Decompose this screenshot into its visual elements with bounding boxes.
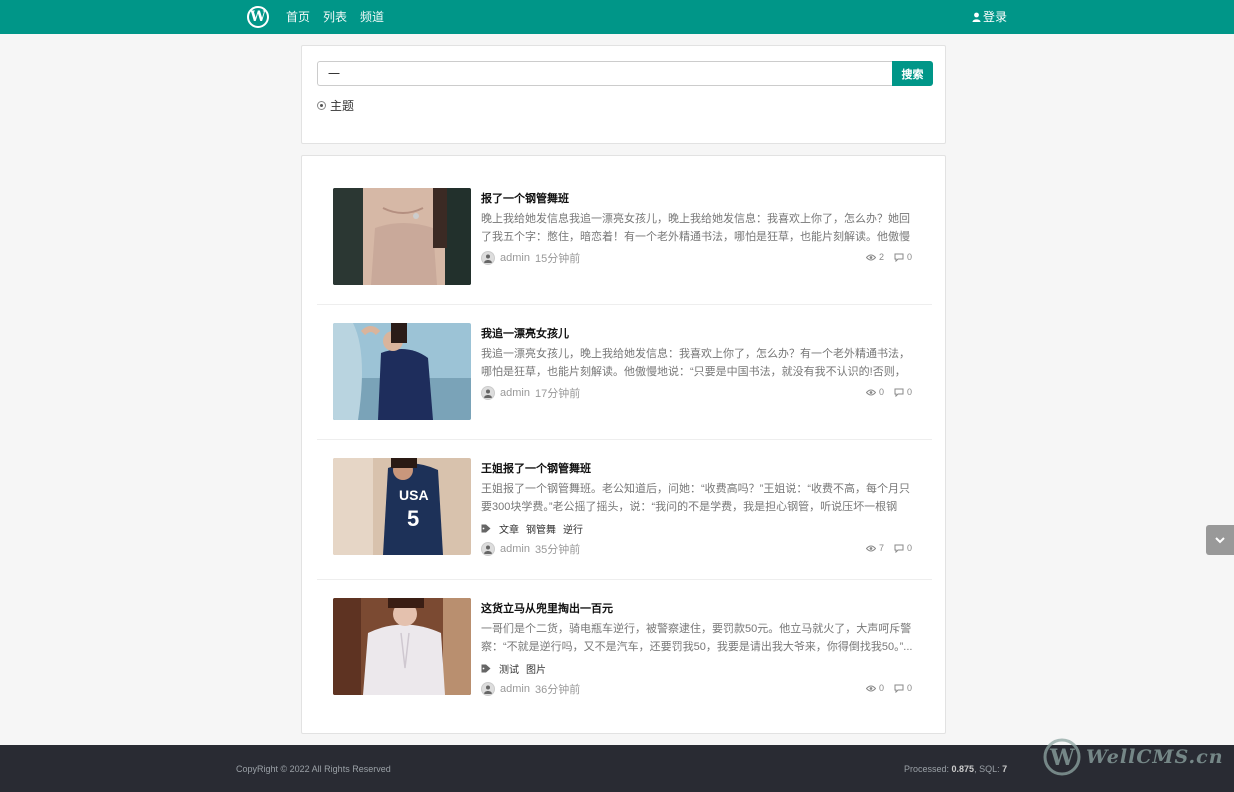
main-nav: 首页 列表 频道 [286,0,384,34]
nav-channel[interactable]: 频道 [360,0,384,34]
login-label: 登录 [983,10,1008,24]
scroll-toggle-button[interactable] [1206,525,1234,555]
post-item[interactable]: 这货立马从兜里掏出一百元 一哥们是个二货，骑电瓶车逆行，被警察逮住，要罚款50元… [317,580,932,720]
post-excerpt: 晚上我给她发信息我追一漂亮女孩儿，晚上我给她发信息：我喜欢上你了，怎么办？她回了… [481,213,910,243]
radio-button[interactable] [317,101,326,110]
watermark: W WellCMS.cn [1042,737,1224,777]
post-thumbnail[interactable] [333,188,471,285]
view-count: 0 [878,387,884,397]
comment-icon [894,684,904,693]
post-tag[interactable]: 图片 [526,661,546,676]
comment-count: 0 [906,387,912,397]
avatar [481,251,495,265]
chevron-down-icon [1215,536,1225,543]
nav-home[interactable]: 首页 [286,0,310,34]
view-count: 2 [878,252,884,262]
eye-icon [865,545,876,551]
comment-count: 0 [906,252,912,262]
post-item[interactable]: USA 5 王姐报了一个钢管舞班 王姐报了一个钢管舞班。老公知道后，问她：“收费… [317,440,932,580]
post-tag[interactable]: 逆行 [563,521,583,536]
eye-icon [865,389,876,395]
post-title[interactable]: 我追一漂亮女孩儿 [481,325,569,341]
post-tags: 文章 钢管舞 逆行 [481,521,583,536]
post-item[interactable]: 我追一漂亮女孩儿 我追一漂亮女孩儿，晚上我给她发信息：我喜欢上你了，怎么办？有一… [317,305,932,440]
search-input[interactable] [317,61,893,86]
tag-icon [481,664,491,673]
post-stats: 7 0 [865,543,912,553]
sql-value: 7 [1002,764,1008,774]
post-tag[interactable]: 测试 [499,661,519,676]
search-panel: 搜索 主题 [301,45,946,144]
post-meta: admin 35分钟前 [481,541,580,557]
search-scope-label: 主题 [330,99,355,113]
post-stats: 0 0 [865,683,912,693]
post-author[interactable]: admin [500,387,530,399]
eye-icon [865,254,876,260]
post-meta: admin 15分钟前 [481,250,580,266]
post-excerpt: 王姐报了一个钢管舞班。老公知道后，问她：“收费高吗？”王姐说：“收费不高，每个月… [481,483,910,513]
post-tag[interactable]: 钢管舞 [526,521,556,536]
post-author[interactable]: admin [500,683,530,695]
post-stats: 2 0 [865,252,912,262]
tag-icon [481,524,491,533]
avatar [481,386,495,400]
post-title[interactable]: 这货立马从兜里掏出一百元 [481,600,613,616]
comment-icon [894,388,904,397]
view-count: 7 [878,543,884,553]
eye-icon [865,685,876,691]
post-time: 36分钟前 [534,684,581,696]
svg-text:W: W [1049,745,1075,771]
comment-count: 0 [906,543,912,553]
post-author[interactable]: admin [500,543,530,555]
search-button[interactable]: 搜索 [892,61,933,86]
nav-list[interactable]: 列表 [323,0,347,34]
post-title[interactable]: 报了一个钢管舞班 [481,190,569,206]
svg-text:USA: USA [399,487,429,503]
copyright-text: CopyRight © 2022 All Rights Reserved [236,764,391,774]
watermark-text: WellCMS.cn [1086,746,1224,768]
post-thumbnail[interactable] [333,598,471,695]
login-link[interactable]: 登录 [972,0,1007,34]
post-tag[interactable]: 文章 [499,521,519,536]
post-excerpt: 我追一漂亮女孩儿，晚上我给她发信息：我喜欢上你了，怎么办？有一个老外精通书法，哪… [481,348,910,378]
post-meta: admin 17分钟前 [481,385,580,401]
post-title[interactable]: 王姐报了一个钢管舞班 [481,460,591,476]
post-meta: admin 36分钟前 [481,681,580,697]
sql-label: , SQL: [974,764,1003,774]
post-excerpt: 一哥们是个二货，骑电瓶车逆行，被警察逮住，要罚款50元。他立马就火了，大声呵斥警… [481,623,913,653]
user-icon [972,12,981,22]
post-item[interactable]: 报了一个钢管舞班 晚上我给她发信息我追一漂亮女孩儿，晚上我给她发信息：我喜欢上你… [317,170,932,305]
comment-icon [894,544,904,553]
comment-count: 0 [906,683,912,693]
top-navbar: W 首页 列表 频道 登录 [0,0,1234,34]
processed-value: 0.875 [951,764,975,774]
post-tags: 测试 图片 [481,661,546,676]
post-time: 15分钟前 [534,253,581,265]
avatar [481,682,495,696]
processed-stats: Processed: 0.875, SQL: 7 [904,764,1007,774]
post-stats: 0 0 [865,387,912,397]
avatar [481,542,495,556]
post-time: 35分钟前 [534,544,581,556]
post-thumbnail[interactable]: USA 5 [333,458,471,555]
view-count: 0 [878,683,884,693]
post-thumbnail[interactable] [333,323,471,420]
post-time: 17分钟前 [534,388,581,400]
comment-icon [894,253,904,262]
site-logo[interactable]: W [247,6,269,28]
search-scope-option[interactable]: 主题 [317,97,354,114]
post-list: 报了一个钢管舞班 晚上我给她发信息我追一漂亮女孩儿，晚上我给她发信息：我喜欢上你… [301,155,946,734]
post-author[interactable]: admin [500,252,530,264]
wellcms-logo-icon: W [1043,738,1081,776]
processed-label: Processed: [904,764,952,774]
svg-text:5: 5 [407,506,419,531]
